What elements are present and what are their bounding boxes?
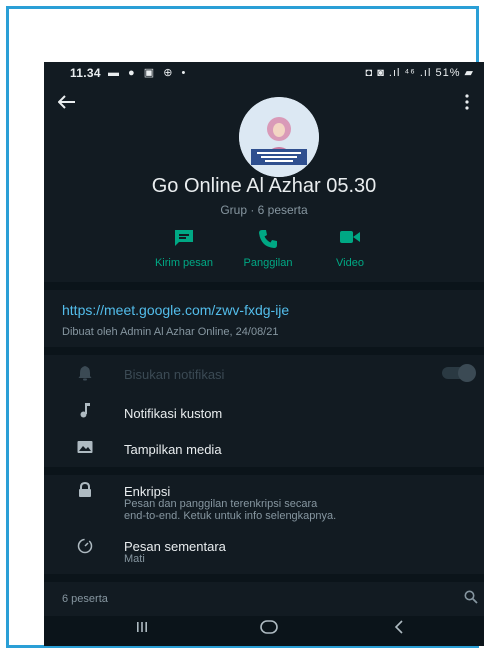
more-vert-icon[interactable] — [464, 94, 470, 115]
call-button[interactable]: Panggilan — [223, 229, 313, 269]
encryption-description-line2: end-to-end. Ketuk untuk info selengkapny… — [124, 510, 337, 522]
status-time: 11.34 — [70, 66, 101, 80]
video-call-button[interactable]: Video — [305, 229, 395, 269]
mute-toggle[interactable] — [442, 364, 476, 382]
message-icon — [139, 229, 229, 251]
home-icon[interactable] — [260, 620, 278, 638]
section-divider — [44, 282, 484, 290]
section-divider — [44, 574, 484, 582]
status-system-icons: ◘ ◙ .ıl ⁴⁶ .ıl 51% ▰ — [365, 67, 474, 79]
mute-notifications-label: Bisukan notifikasi — [124, 367, 225, 382]
android-navigation-bar — [44, 616, 484, 646]
search-icon[interactable] — [464, 590, 478, 607]
group-name: Go Online Al Azhar 05.30 — [151, 175, 377, 197]
video-call-label: Video — [336, 257, 364, 269]
phone-icon — [223, 229, 313, 251]
section-divider — [44, 467, 484, 475]
back-arrow-icon[interactable] — [57, 92, 76, 115]
nav-back-icon[interactable] — [394, 620, 404, 638]
lock-icon — [74, 481, 96, 500]
status-notification-icons: ▬ ● ▣ ⊕ • — [108, 67, 189, 79]
show-media-item[interactable]: Tampilkan media — [124, 442, 222, 457]
disappearing-messages-title[interactable]: Pesan sementara — [124, 539, 226, 554]
music-note-icon — [74, 402, 96, 420]
toggle-knob — [458, 364, 476, 382]
group-description-link[interactable]: https://meet.google.com/zwv-fxdg-ije — [62, 302, 289, 318]
video-icon — [305, 229, 395, 251]
disappearing-messages-value: Mati — [124, 553, 145, 565]
timer-icon — [74, 538, 96, 556]
encryption-description-line1: Pesan dan panggilan terenkripsi secara — [124, 498, 318, 510]
status-bar: 11.34 ▬ ● ▣ ⊕ • ◘ ◙ .ıl ⁴⁶ .ıl 51% ▰ — [44, 62, 484, 84]
bell-icon — [74, 365, 96, 383]
screenshot-frame: 11.34 ▬ ● ▣ ⊕ • ◘ ◙ .ıl ⁴⁶ .ıl 51% ▰ Go … — [6, 6, 484, 648]
group-created-by: Dibuat oleh Admin Al Azhar Online, 24/08… — [62, 326, 279, 338]
group-subtitle: Grup · 6 peserta — [220, 203, 308, 217]
custom-notifications-item[interactable]: Notifikasi kustom — [124, 406, 222, 421]
participants-count: 6 peserta — [62, 593, 108, 605]
call-label: Panggilan — [243, 257, 293, 269]
section-divider — [44, 347, 484, 355]
recent-apps-icon[interactable] — [136, 620, 148, 637]
encryption-title[interactable]: Enkripsi — [124, 484, 170, 499]
send-message-label: Kirim pesan — [154, 257, 214, 269]
image-icon — [74, 440, 96, 458]
phone-screen: 11.34 ▬ ● ▣ ⊕ • ◘ ◙ .ıl ⁴⁶ .ıl 51% ▰ Go … — [44, 62, 484, 646]
send-message-button[interactable]: Kirim pesan — [139, 229, 229, 269]
group-avatar[interactable] — [239, 97, 319, 177]
